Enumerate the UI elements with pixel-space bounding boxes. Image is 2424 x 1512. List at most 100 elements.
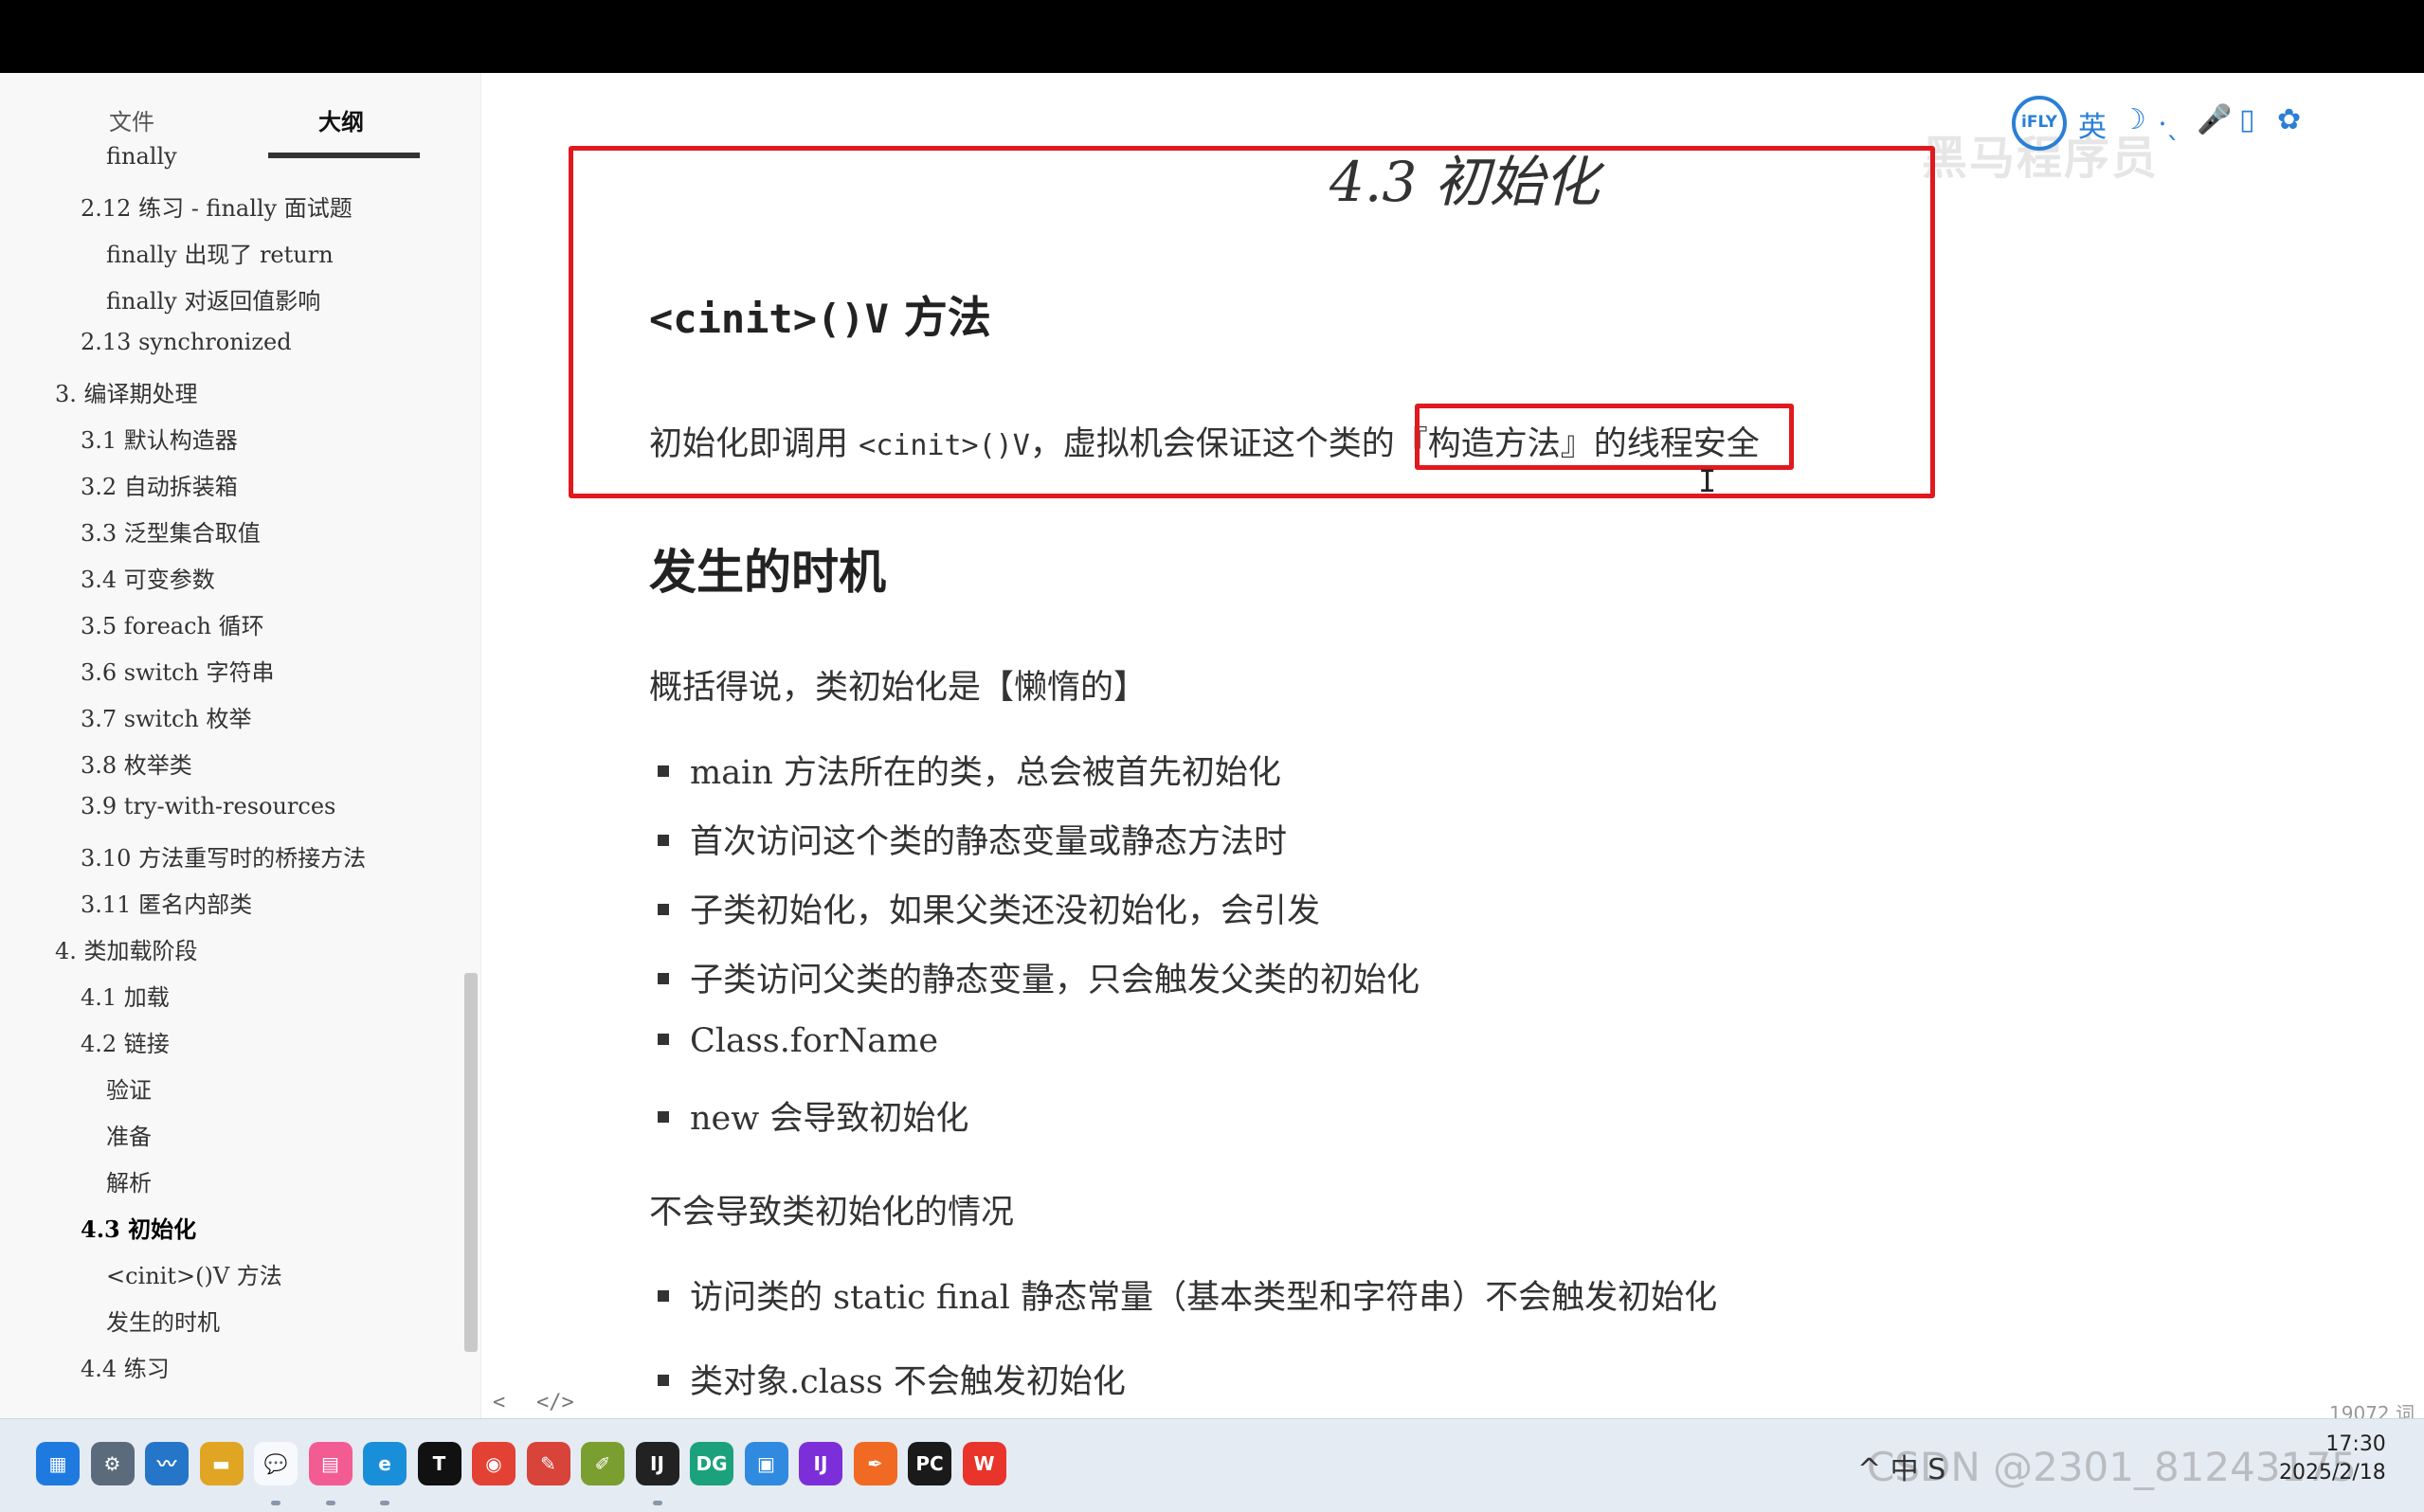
bullet-text: new 会导致初始化 [690, 1100, 969, 1138]
outline-item[interactable]: 2.12 练习 - finally 面试题 [81, 189, 353, 223]
outline-item[interactable]: 发生的时机 [106, 1304, 220, 1337]
init-paragraph-a: 初始化即调用 [649, 425, 859, 463]
tab-outline[interactable]: 大纲 [318, 103, 364, 136]
outline-item[interactable]: 3.4 可变参数 [81, 561, 215, 594]
bullet-item: 子类访问父类的静态变量，只会触发父类的初始化 [658, 953, 1420, 1001]
bullet-text: 子类初始化，如果父类还没初始化，会引发 [690, 892, 1321, 930]
editor-status-bar: < </> 19072 词 [481, 1391, 2424, 1425]
outline-item[interactable]: finally 对返回值影响 [106, 282, 320, 315]
outline-item[interactable]: 3.8 枚举类 [81, 747, 192, 780]
outline-item[interactable]: finally [106, 143, 177, 170]
vmware-icon[interactable]: ▣ [744, 1442, 788, 1485]
intellij-icon[interactable]: IJ [635, 1442, 679, 1485]
outline-item[interactable]: 3.1 默认构造器 [81, 422, 238, 455]
datagrip-icon[interactable]: DG [690, 1442, 733, 1485]
moon-icon[interactable]: ☽ [2121, 103, 2146, 136]
bullet-text: 首次访问这个类的静态变量或静态方法时 [690, 823, 1288, 861]
microphone-icon[interactable]: 🎤 [2197, 103, 2232, 136]
paint-icon[interactable]: ✐ [581, 1442, 624, 1485]
outline-item[interactable]: finally 出现了 return [106, 236, 334, 269]
no-init-heading: 不会导致类初始化的情况 [649, 1194, 1015, 1232]
ifly-logo-icon[interactable]: iFLY [2012, 96, 2067, 151]
clock-time: 17:30 [2325, 1432, 2386, 1456]
outline-item[interactable]: 3.3 泛型集合取值 [81, 514, 261, 548]
outline-item[interactable]: 4.2 链接 [81, 1025, 170, 1058]
bullet-dot [658, 834, 669, 846]
bullet-dot [658, 1289, 669, 1302]
bullet-text: 访问类的 static final 静态常量（基本类型和字符串）不会触发初始化 [690, 1279, 1718, 1317]
chapter-title: 4.3 初始化 [1330, 150, 1600, 214]
bullet-item: Class.forName [658, 1022, 938, 1060]
wps-icon[interactable]: W [962, 1442, 1006, 1485]
running-indicator [652, 1501, 662, 1505]
system-tray[interactable]: ^ 中 S [1857, 1446, 1945, 1487]
taskbar: ▦ ⚙ 〰 ▬ 💬 ▤ e T ◉ ✎ ✐ IJ DG ▣ IJ ✒ PC W CSDN @2301_812431… [0, 1418, 2424, 1512]
bullet-text: 子类访问父类的静态变量，只会触发父类的初始化 [690, 962, 1420, 999]
outline-item[interactable]: 4.3 初始化 [81, 1211, 196, 1244]
bullet-dot [658, 765, 669, 777]
outline-item[interactable]: 3.10 方法重写时的桥接方法 [81, 839, 366, 873]
intellij-icon-2[interactable]: IJ [799, 1442, 842, 1485]
source-mode-icon[interactable]: </> [536, 1391, 574, 1414]
outline-item[interactable]: 3.2 自动拆装箱 [81, 468, 238, 501]
outline-item[interactable]: 4.4 练习 [81, 1350, 170, 1383]
edge-icon[interactable]: e [363, 1442, 407, 1485]
timing-intro: 概括得说，类初始化是【懒惰的】 [649, 669, 1148, 707]
settings-flower-icon[interactable]: ✿ [2277, 103, 2301, 136]
top-black-bar [0, 0, 2424, 73]
outline-item[interactable]: 3.7 switch 枚举 [81, 700, 252, 733]
start-icon[interactable]: ▦ [36, 1442, 80, 1485]
clock[interactable]: 17:30 2025/2/18 [2279, 1431, 2386, 1487]
sidebar-scrollbar[interactable] [464, 973, 478, 1352]
sidebar-tabs: 文件 大纲 [0, 73, 480, 160]
outline-item[interactable]: 4.1 加载 [81, 979, 170, 1012]
highlight-box-phrase [1415, 404, 1794, 470]
pycharm-icon[interactable]: PC [908, 1442, 951, 1485]
outline-item[interactable]: 验证 [106, 1071, 152, 1105]
bullet-dot [658, 1033, 669, 1045]
bilibili-icon[interactable]: ▤ [308, 1442, 353, 1485]
outline-item[interactable]: 解析 [106, 1164, 152, 1197]
bullet-text: Class.forName [690, 1022, 939, 1060]
bullet-item: 子类初始化，如果父类还没初始化，会引发 [658, 884, 1320, 932]
method-heading: <cinit>()V 方法 [649, 283, 991, 346]
running-indicator [271, 1501, 280, 1505]
method-heading-code: <cinit>()V [649, 296, 889, 342]
bullet-item: 访问类的 static final 静态常量（基本类型和字符串）不会触发初始化 [658, 1270, 1717, 1319]
photos-icon[interactable]: 〰 [145, 1442, 189, 1485]
english-mode-icon[interactable]: 英 [2078, 103, 2107, 145]
bullet-item: 首次访问这个类的静态变量或静态方法时 [658, 815, 1287, 863]
outline-item[interactable]: 2.13 synchronized [81, 329, 292, 355]
text-cursor-icon: I [1698, 463, 1717, 499]
settings-icon[interactable]: ⚙ [90, 1442, 135, 1485]
outline-item[interactable]: <cinit>()V 方法 [106, 1257, 282, 1290]
bullet-item: new 会导致初始化 [658, 1091, 968, 1140]
chrome-icon[interactable]: ◉ [472, 1442, 516, 1485]
init-paragraph-code: <cinit>()V [859, 429, 1030, 462]
running-indicator [325, 1501, 335, 1505]
running-indicator [380, 1501, 389, 1505]
outline-sidebar: 文件 大纲 finally 2.12 练习 - finally 面试题 finall… [0, 73, 481, 1418]
tab-file[interactable]: 文件 [109, 103, 154, 136]
outline-item[interactable]: 3.11 匿名内部类 [81, 886, 252, 919]
outline-item[interactable]: 准备 [106, 1118, 152, 1151]
file-explorer-icon[interactable]: ▬ [199, 1442, 244, 1485]
toolbox-icon[interactable]: ▯ [2239, 103, 2255, 136]
bullet-text: main 方法所在的类，总会被首先初始化 [690, 754, 1281, 792]
wechat-icon[interactable]: 💬 [254, 1442, 298, 1485]
timing-heading: 发生的时机 [649, 545, 886, 600]
outline-item[interactable]: 3.6 switch 字符串 [81, 654, 275, 687]
bullet-dot [658, 903, 669, 915]
outline-item[interactable]: 3. 编译期处理 [55, 375, 198, 408]
typora-icon[interactable]: T [417, 1442, 461, 1485]
outline-item[interactable]: 4. 类加载阶段 [55, 932, 198, 965]
outline-item[interactable]: 3.9 try-with-resources [81, 793, 335, 819]
outline-item[interactable]: 3.5 foreach 循环 [81, 607, 264, 640]
back-icon[interactable]: < [493, 1391, 505, 1414]
eraser-icon[interactable]: ✎ [526, 1442, 570, 1485]
active-tab-indicator [268, 153, 420, 158]
pen-icon[interactable]: ✒ [853, 1442, 897, 1485]
document-content: 黑马程序员 iFLY 英 ☽ ⸱ˎ 🎤 ▯ ✿ 4.3 初始化 <cinit>(… [481, 73, 2424, 1418]
punctuation-icon[interactable]: ⸱ˎ [2159, 103, 2180, 142]
bullet-item: main 方法所在的类，总会被首先初始化 [658, 746, 1281, 794]
